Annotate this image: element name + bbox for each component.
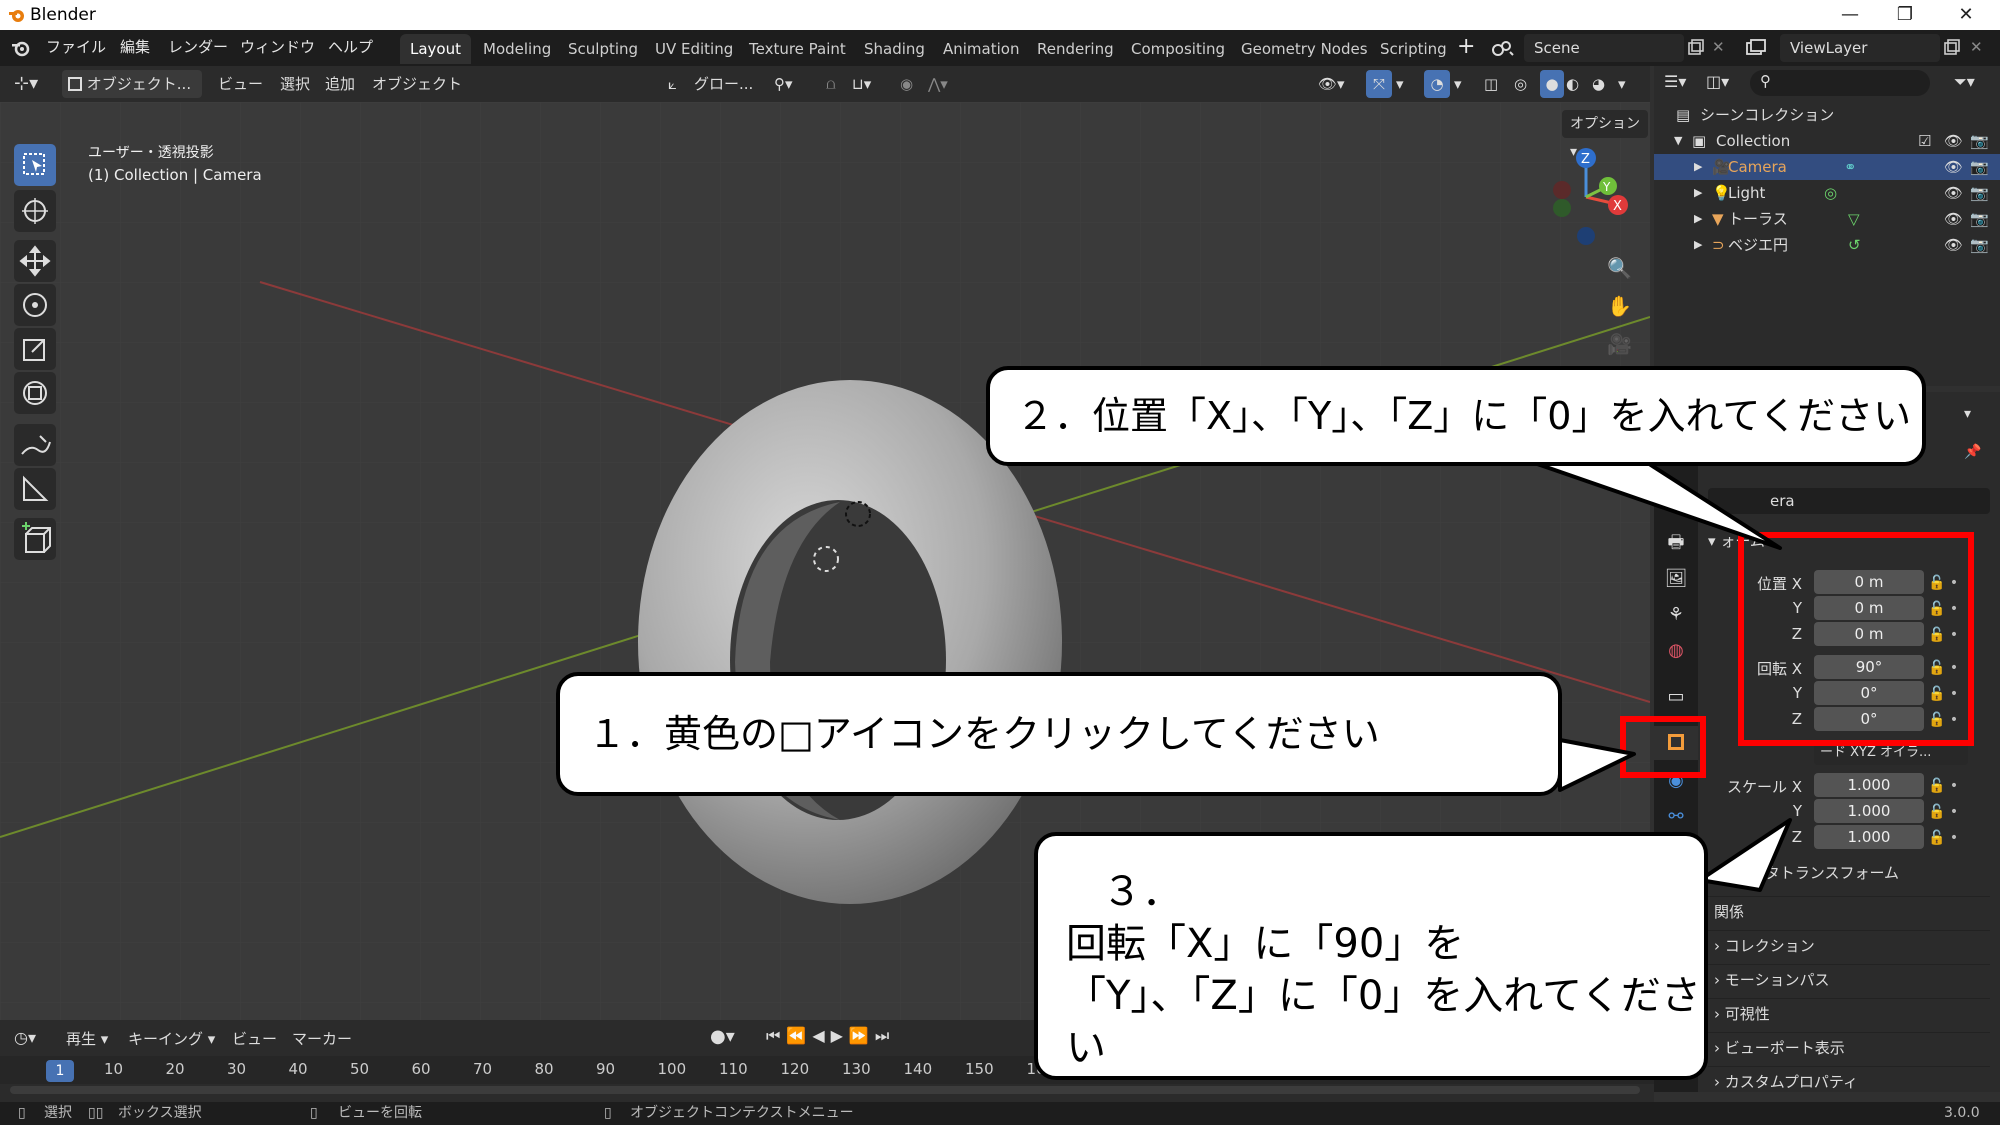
- callout-step-3-line2: 「Y」、「Z」に「0」を入れてください: [1066, 973, 1701, 1071]
- callout-step-3-number: ３．: [1102, 869, 1182, 915]
- callout-step-3-line1: 回転「X」に「90」を: [1066, 921, 1465, 967]
- callout-step-2: ２．位置「X」、「Y」、「Z」に「0」を入れてください: [986, 366, 1926, 466]
- callout-step-1: １．黄色の□アイコンをクリックしてください: [556, 672, 1562, 796]
- callout-step-3: ３． 回転「X」に「90」を 「Y」、「Z」に「0」を入れてください: [1034, 832, 1708, 1080]
